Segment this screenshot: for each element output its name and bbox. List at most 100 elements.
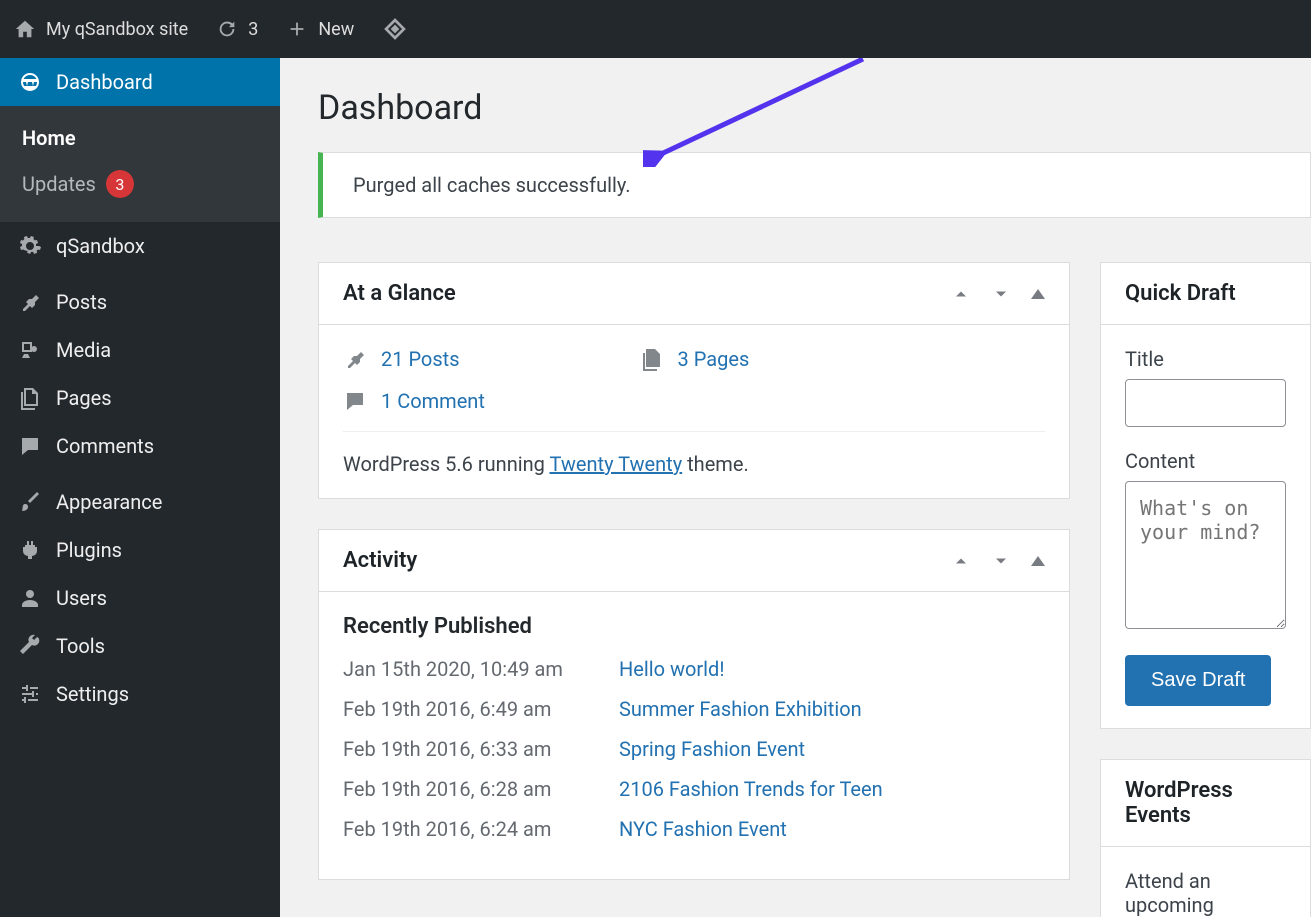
panel-events: WordPress Events Attend an upcoming [1100, 759, 1311, 917]
admin-bar: My qSandbox site 3 New [0, 0, 1311, 58]
glance-posts[interactable]: 21 Posts [343, 347, 460, 371]
sidebar-label: Settings [56, 682, 129, 706]
glance-comments[interactable]: 1 Comment [343, 389, 485, 413]
refresh-count: 3 [248, 19, 258, 40]
activity-row: Feb 19th 2016, 6:24 am NYC Fashion Event [343, 817, 1045, 841]
sidebar-label: Dashboard [56, 70, 153, 94]
activity-post-link[interactable]: Hello world! [619, 657, 724, 681]
activity-post-link[interactable]: 2106 Fashion Trends for Teen [619, 777, 883, 801]
sliders-icon [18, 682, 42, 706]
activity-date: Feb 19th 2016, 6:28 am [343, 777, 593, 801]
sidebar-item-tools[interactable]: Tools [0, 622, 280, 670]
panel-activity: Activity Recently Published Jan 15th 202… [318, 529, 1070, 880]
site-name: My qSandbox site [46, 19, 188, 40]
plus-icon [286, 18, 308, 40]
activity-date: Feb 19th 2016, 6:24 am [343, 817, 593, 841]
content-label: Content [1125, 449, 1286, 473]
chevron-up-icon[interactable] [951, 551, 971, 571]
panel-at-a-glance: At a Glance 21 Posts [318, 262, 1070, 499]
site-link[interactable]: My qSandbox site [14, 18, 188, 40]
activity-row: Feb 19th 2016, 6:28 am 2106 Fashion Trend… [343, 777, 1045, 801]
sidebar-item-dashboard[interactable]: Dashboard [0, 58, 280, 106]
title-label: Title [1125, 347, 1286, 371]
activity-post-link[interactable]: Spring Fashion Event [619, 737, 805, 761]
pin-icon [343, 347, 367, 371]
plug-icon [18, 538, 42, 562]
panel-title: At a Glance [343, 281, 456, 306]
activity-date: Feb 19th 2016, 6:49 am [343, 697, 593, 721]
draft-title-input[interactable] [1125, 379, 1286, 427]
draft-content-textarea[interactable] [1125, 481, 1286, 629]
sidebar-item-appearance[interactable]: Appearance [0, 478, 280, 526]
refresh-icon [216, 18, 238, 40]
sidebar-sub-updates[interactable]: Updates 3 [0, 160, 280, 208]
events-body: Attend an upcoming [1125, 869, 1214, 917]
sidebar-item-settings[interactable]: Settings [0, 670, 280, 718]
sidebar-item-pages[interactable]: Pages [0, 374, 280, 422]
panel-title: Quick Draft [1125, 281, 1236, 306]
activity-row: Feb 19th 2016, 6:33 am Spring Fashion Eve… [343, 737, 1045, 761]
save-draft-button[interactable]: Save Draft [1125, 655, 1271, 706]
toggle-panel-icon[interactable] [1031, 556, 1045, 566]
sidebar-item-media[interactable]: Media [0, 326, 280, 374]
chevron-up-icon[interactable] [951, 284, 971, 304]
glance-meta: WordPress 5.6 running Twenty Twenty them… [343, 431, 1045, 476]
wrench-icon [18, 634, 42, 658]
sidebar-item-qsandbox[interactable]: qSandbox [0, 222, 280, 270]
activity-list: Jan 15th 2020, 10:49 am Hello world! Feb 1… [343, 657, 1045, 841]
gear-icon [18, 234, 42, 258]
pages-icon [640, 347, 664, 371]
sidebar-item-plugins[interactable]: Plugins [0, 526, 280, 574]
glance-comments-link[interactable]: 1 Comment [381, 389, 485, 413]
panel-title: WordPress Events [1125, 778, 1286, 828]
sidebar-item-comments[interactable]: Comments [0, 422, 280, 470]
sidebar-label: Tools [56, 634, 105, 658]
admin-sidebar: Dashboard Home Updates 3 qSandbox Posts … [0, 58, 280, 917]
pin-icon [18, 290, 42, 314]
brush-icon [18, 490, 42, 514]
chevron-down-icon[interactable] [991, 551, 1011, 571]
activity-row: Feb 19th 2016, 6:49 am Summer Fashion Exh… [343, 697, 1045, 721]
activity-subheading: Recently Published [343, 614, 1045, 639]
page-title: Dashboard [318, 88, 1311, 128]
comment-icon [18, 434, 42, 458]
activity-row: Jan 15th 2020, 10:49 am Hello world! [343, 657, 1045, 681]
sidebar-label: Plugins [56, 538, 122, 562]
sidebar-item-users[interactable]: Users [0, 574, 280, 622]
sidebar-label: Comments [56, 434, 154, 458]
sidebar-label: Media [56, 338, 111, 362]
success-notice: Purged all caches successfully. [318, 152, 1311, 218]
sidebar-sub-home[interactable]: Home [0, 116, 280, 160]
chevron-down-icon[interactable] [991, 284, 1011, 304]
toggle-panel-icon[interactable] [1031, 289, 1045, 299]
pages-icon [18, 386, 42, 410]
home-icon [14, 18, 36, 40]
glance-pages[interactable]: 3 Pages [640, 347, 750, 371]
sidebar-label: Appearance [56, 490, 162, 514]
new-link[interactable]: New [286, 18, 354, 40]
new-label: New [318, 19, 354, 40]
user-icon [18, 586, 42, 610]
glance-posts-link[interactable]: 21 Posts [381, 347, 460, 371]
activity-date: Jan 15th 2020, 10:49 am [343, 657, 593, 681]
glance-pages-link[interactable]: 3 Pages [678, 347, 750, 371]
sidebar-submenu-dashboard: Home Updates 3 [0, 106, 280, 222]
notice-text: Purged all caches successfully. [353, 173, 631, 197]
panel-quick-draft: Quick Draft Title Content Save Draft [1100, 262, 1311, 729]
diamond-icon [382, 16, 408, 42]
refresh-link[interactable]: 3 [216, 18, 258, 40]
updates-badge: 3 [106, 170, 134, 198]
cache-menu[interactable] [382, 16, 408, 42]
sidebar-label: Pages [56, 386, 112, 410]
sidebar-label: qSandbox [56, 234, 145, 258]
activity-post-link[interactable]: Summer Fashion Exhibition [619, 697, 862, 721]
media-icon [18, 338, 42, 362]
activity-post-link[interactable]: NYC Fashion Event [619, 817, 787, 841]
dashboard-icon [18, 70, 42, 94]
main-content: Dashboard Purged all caches successfully… [280, 58, 1311, 917]
sidebar-item-posts[interactable]: Posts [0, 278, 280, 326]
sidebar-label: Users [56, 586, 107, 610]
panel-title: Activity [343, 548, 417, 573]
theme-link[interactable]: Twenty Twenty [549, 452, 682, 476]
activity-date: Feb 19th 2016, 6:33 am [343, 737, 593, 761]
